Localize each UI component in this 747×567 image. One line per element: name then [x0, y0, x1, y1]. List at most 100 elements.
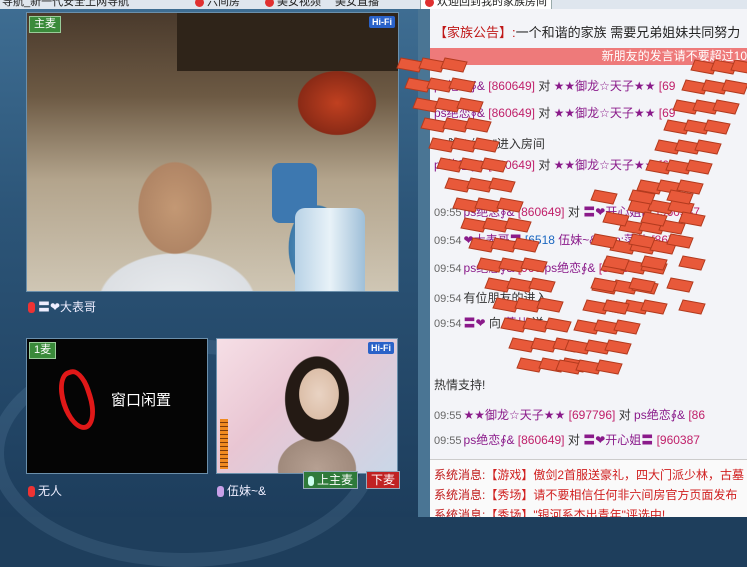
video-water-jug [295, 208, 365, 291]
pane-divider[interactable] [418, 9, 430, 517]
chat-nickname[interactable]: 〓❤开心姐〓 [583, 205, 656, 219]
system-messages: 系统消息:【游戏】傲剑2首服送豪礼，四大门派少林，古墓 系统消息:【秀场】请不要… [430, 459, 747, 517]
chat-user-id[interactable]: [69 [659, 79, 676, 93]
chat-timestamp: 09:55 [434, 207, 462, 219]
chat-user-id[interactable]: [860649] [488, 106, 538, 120]
microphone-icon [28, 486, 35, 498]
chat-message[interactable]: 09:54 有位朋友的进入 [434, 289, 548, 306]
chat-message[interactable]: 09:54 ❤大表哥〓 [6518 伍妹~&amp;萍儿 [8671 [434, 231, 681, 248]
chat-user-id[interactable]: [697796] [569, 408, 619, 422]
up-main-mic-button[interactable]: 上主麦 [303, 471, 359, 489]
chat-user-id[interactable]: [860649] [488, 158, 538, 172]
main-mic-user[interactable]: 〓❤大表哥 [28, 298, 96, 315]
chat-text: 对 [538, 106, 554, 120]
chat-message[interactable]: 09:54 ps绝恋∮& [960 ps绝恋∮& [860649 [434, 259, 642, 276]
volume-meter [220, 419, 228, 469]
chat-user-id[interactable]: [69 [659, 158, 676, 172]
chat-message[interactable]: 热情支持! [434, 376, 485, 393]
chat-user-id[interactable]: [860649] [518, 433, 568, 447]
chat-message[interactable]: ps绝恋∮& [860649] 对 ★★御龙☆天子★★ [69 [434, 104, 675, 121]
chat-user-id[interactable]: [960387 [657, 205, 700, 219]
chat-timestamp: 09:54 [434, 318, 462, 330]
hifi-badge: Hi-Fi [369, 16, 395, 28]
mic1-badge: 1麦 [29, 342, 57, 359]
chat-message[interactable]: 09:55 ps绝恋∮& [860649] 对 〓❤开心姐〓 [960387 [434, 203, 700, 220]
chat-text: 对 [618, 408, 635, 422]
hifi-badge: Hi-Fi [368, 342, 394, 354]
chat-timestamp: 09:55 [434, 410, 462, 422]
chat-nickname[interactable]: ps绝恋∮& [434, 158, 488, 172]
chat-timestamp: 09:54 [434, 293, 462, 305]
system-message[interactable]: 系统消息:【秀场】"银河系杰出青年"评选中! [434, 506, 665, 517]
chat-user-id[interactable]: [8671 [651, 233, 681, 247]
down-mic-button[interactable]: 下麦 [366, 471, 401, 489]
notice-text: 一个和谐的家族 需要兄弟姐妹共同努力 [515, 25, 741, 40]
browser-tab[interactable]: 美女视频 [265, 0, 321, 9]
chat-nickname[interactable]: ★★御龙☆天子★★ [554, 106, 659, 120]
browser-tab[interactable]: 导航_新一代安全上网导航 [2, 0, 129, 9]
chat-nickname[interactable]: ps绝恋∮& [545, 261, 599, 275]
chat-message[interactable]: 09:54 〓❤ 向 萍儿 送 [434, 314, 544, 331]
six-rooms-logo-icon [52, 365, 102, 435]
chat-text: 对 [567, 433, 584, 447]
chat-nickname[interactable]: ❤大表哥〓 [464, 233, 525, 247]
chat-nickname[interactable]: 〓❤开心姐〓 [583, 433, 656, 447]
mic1-video[interactable]: 窗口闲置 1麦 [26, 338, 208, 474]
chat-nickname[interactable]: ps绝恋∮& [434, 106, 488, 120]
chat-nickname[interactable]: ★★御龙☆天子★★ [554, 158, 659, 172]
chat-text: 对 [538, 79, 554, 93]
browser-tab-bar: 导航_新一代安全上网导航 六间房 美女视频 美女直播 欢迎回到我的家族房间 [0, 0, 747, 9]
mic2-user[interactable]: 伍妹~& [217, 482, 266, 499]
chat-nickname[interactable]: ps绝恋∮& [464, 205, 518, 219]
chat-user-id[interactable]: [960 [518, 261, 545, 275]
site-icon [265, 0, 274, 7]
browser-tab[interactable]: 美女直播 [335, 0, 379, 9]
chat-nickname[interactable]: 伍妹~&amp;萍儿 [558, 233, 651, 247]
chat-message[interactable]: “❤随☀缘❤”进入房间 [434, 135, 545, 152]
chat-timestamp: 09:54 [434, 263, 462, 275]
chat-message[interactable]: ps绝恋∮& [860649] 对 ★★御龙☆天子★★ [69 [434, 156, 675, 173]
chat-user-id[interactable]: [6518 [525, 233, 558, 247]
video-shelf [177, 13, 398, 71]
chat-nickname[interactable]: ps绝恋∮& [434, 79, 488, 93]
chat-log[interactable]: ps绝恋∮& [860649] 对 ★★御龙☆天子★★ [69 ps绝恋∮& [… [430, 69, 747, 459]
chat-message[interactable]: ps绝恋∮& [860649] 对 ★★御龙☆天子★★ [69 [434, 77, 675, 94]
mic1-user[interactable]: 无人 [28, 482, 62, 499]
chat-user-id[interactable]: [960387 [657, 433, 700, 447]
microphone-icon [308, 475, 314, 486]
idle-text: 窗口闲置 [111, 392, 172, 409]
video-pane: 主麦 Hi-Fi 〓❤大表哥 窗口闲置 1麦 无人 Hi-Fi 伍妹~& 上主麦… [0, 9, 418, 567]
chat-user-id[interactable]: [69 [659, 106, 676, 120]
site-icon [425, 0, 434, 7]
browser-tab-active[interactable]: 欢迎回到我的家族房间 [420, 0, 552, 9]
chat-nickname[interactable]: 〓❤ [464, 316, 489, 330]
chat-nickname[interactable]: ps绝恋∮& [464, 433, 518, 447]
chat-text: 对 [567, 205, 584, 219]
chat-message[interactable]: 09:55 ★★御龙☆天子★★ [697796] 对 ps绝恋∮& [86 [434, 406, 705, 423]
microphone-icon [217, 486, 224, 498]
system-message[interactable]: 系统消息:【秀场】请不要相信任何非六间房官方页面发布 [434, 486, 737, 503]
site-icon [195, 0, 204, 7]
chat-text: “❤随☀缘❤”进入房间 [434, 137, 545, 151]
chat-user-id[interactable]: [86 [688, 408, 705, 422]
chat-user-id[interactable]: [860649 [599, 261, 642, 275]
main-mic-badge: 主麦 [29, 16, 61, 33]
chat-text: 送 [531, 316, 544, 330]
chat-text: 向 [488, 316, 505, 330]
chat-nickname[interactable]: ★★御龙☆天子★★ [554, 79, 659, 93]
chat-text: 热情支持! [434, 378, 486, 392]
chat-nickname[interactable]: 萍儿 [504, 316, 531, 330]
system-message[interactable]: 系统消息:【游戏】傲剑2首服送豪礼，四大门派少林，古墓 [434, 466, 744, 483]
chat-nickname[interactable]: ps绝恋∮& [464, 261, 518, 275]
family-notice: 【家族公告】:一个和谐的家族 需要兄弟姐妹共同努力 [430, 23, 747, 43]
chat-nickname[interactable]: ps绝恋∮& [634, 408, 688, 422]
chat-pane: 【家族公告】:一个和谐的家族 需要兄弟姐妹共同努力 新朋友的发言请不要超过10 … [430, 9, 747, 517]
browser-tab[interactable]: 六间房 [195, 0, 240, 9]
microphone-icon [28, 302, 35, 314]
chat-message[interactable]: 09:55 ps绝恋∮& [860649] 对 〓❤开心姐〓 [960387 [434, 431, 700, 448]
chat-user-id[interactable]: [860649] [488, 79, 538, 93]
chat-user-id[interactable]: [860649] [518, 205, 568, 219]
mic2-video[interactable]: Hi-Fi [216, 338, 398, 474]
main-video[interactable]: 主麦 Hi-Fi [26, 12, 399, 292]
chat-nickname[interactable]: ★★御龙☆天子★★ [464, 408, 569, 422]
